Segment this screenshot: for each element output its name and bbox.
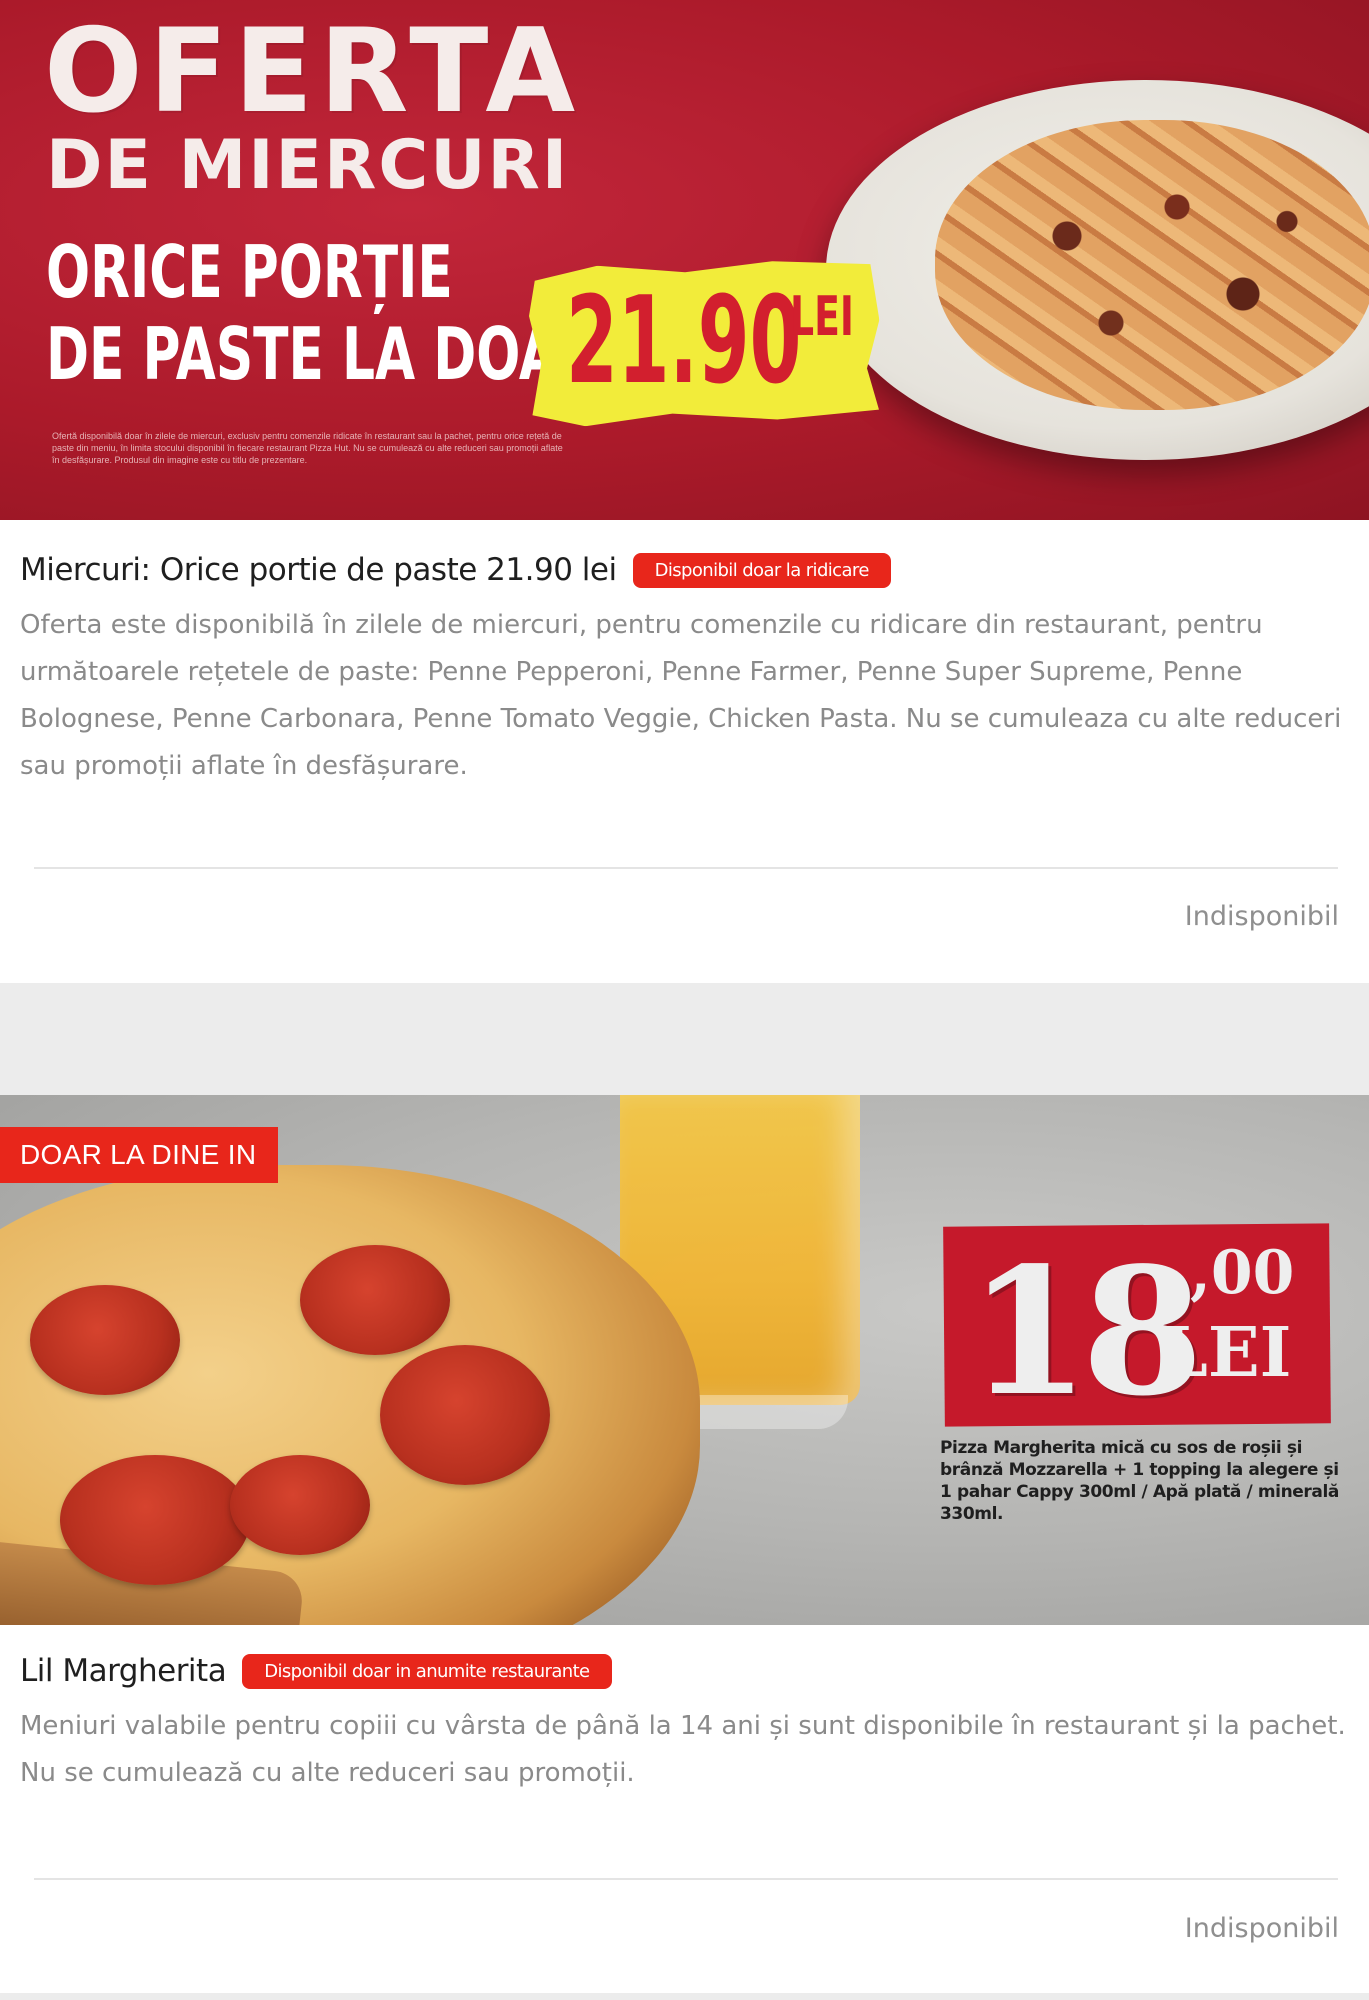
banner-subheadline: DE MIERCURI (46, 126, 570, 205)
pepperoni-slice (300, 1245, 450, 1355)
pepperoni-slice (30, 1285, 180, 1395)
banner-currency: LEI (1160, 1313, 1292, 1393)
offer-title: Lil Margherita (20, 1653, 227, 1689)
pepperoni-slice (380, 1345, 550, 1485)
offer-title-row: Miercuri: Orice portie de paste 21.90 le… (20, 552, 891, 588)
offer-title: Miercuri: Orice portie de paste 21.90 le… (20, 552, 617, 588)
offer-card-lil-margherita[interactable]: DOAR LA DINE IN 18 ,00 LEI Pizza Margher… (0, 1095, 1369, 1993)
banner-menu-note: Pizza Margherita mică cu sos de roșii și… (940, 1438, 1339, 1524)
banner-line-1: ORICE PORȚIE (46, 230, 453, 314)
banner-price-decimal: ,00 (1190, 1238, 1295, 1308)
dine-in-badge: DOAR LA DINE IN (0, 1127, 279, 1183)
offer-banner-pasta[interactable]: OFERTA DE MIERCURI ORICE PORȚIE DE PASTE… (0, 0, 1369, 520)
availability-badge: Disponibil doar in anumite restaurante (242, 1653, 612, 1689)
offer-description: Oferta este disponibilă în zilele de mie… (20, 610, 1342, 781)
pepperoni-slice (230, 1455, 370, 1555)
offer-card-wednesday-pasta[interactable]: OFERTA DE MIERCURI ORICE PORȚIE DE PASTE… (0, 0, 1369, 983)
offers-page: OFERTA DE MIERCURI ORICE PORȚIE DE PASTE… (0, 0, 1369, 2000)
availability-badge: Disponibil doar la ridicare (632, 552, 891, 588)
banner-currency: LEI (790, 285, 854, 348)
pepperoni-slice (60, 1455, 250, 1585)
banner-fineprint: Ofertă disponibilă doar în zilele de mie… (52, 431, 563, 465)
pasta-image (935, 120, 1369, 410)
banner-line-2: DE PASTE LA DOAR (46, 312, 599, 396)
offer-status: Indisponibil (1184, 901, 1339, 932)
divider (34, 1878, 1338, 1880)
offer-description: Meniuri valabile pentru copiii cu vârsta… (20, 1711, 1346, 1788)
banner-price: 21.90 (566, 272, 802, 411)
offer-title-row: Lil Margherita Disponibil doar in anumit… (20, 1653, 612, 1689)
divider (34, 867, 1338, 869)
offer-banner-margherita[interactable]: DOAR LA DINE IN 18 ,00 LEI Pizza Margher… (0, 1095, 1369, 1625)
offer-status: Indisponibil (1184, 1913, 1339, 1944)
banner-headline: OFERTA (44, 4, 582, 139)
